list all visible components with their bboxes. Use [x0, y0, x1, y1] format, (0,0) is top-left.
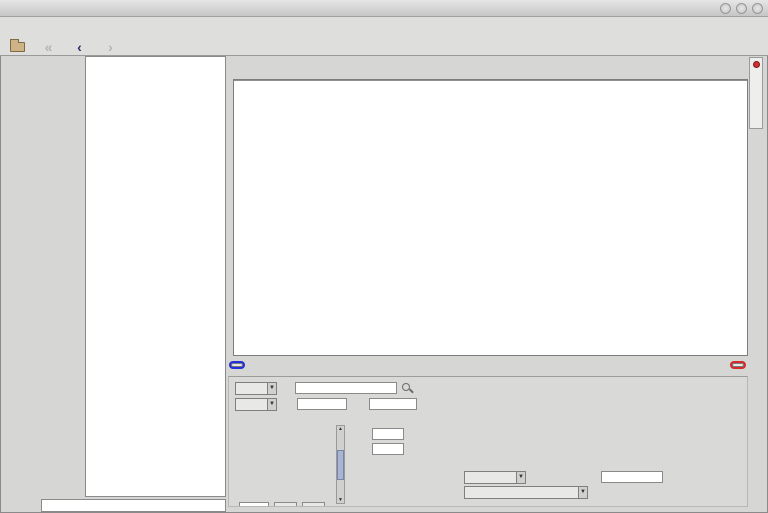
dec-input[interactable]	[369, 398, 417, 410]
toolbar: « ‹ ›	[0, 28, 768, 56]
prev-button[interactable]: «	[33, 29, 64, 55]
angle-input[interactable]	[601, 471, 663, 483]
chevron-down-icon: ▼	[578, 487, 587, 498]
pm-dec-input[interactable]	[372, 443, 404, 455]
target-toolbar	[228, 356, 748, 374]
brightness-scrollbar[interactable]: ▲ ▼	[336, 425, 345, 504]
target-table	[233, 79, 748, 356]
target-name-input[interactable]	[295, 382, 397, 394]
scrollbar-thumb[interactable]	[337, 450, 344, 480]
telescope-mode-select[interactable]: ▼	[464, 486, 588, 499]
target-type-select[interactable]: ▼	[235, 382, 277, 395]
double-chevron-left-icon: «	[45, 41, 53, 54]
target-form: ▼ ▼ ▲ ▼ ▼ ▼	[228, 376, 748, 507]
back-button[interactable]: ‹	[64, 29, 95, 55]
creation-sidebar	[0, 56, 85, 513]
show-filter-input[interactable]	[41, 499, 226, 512]
target-table-header	[234, 80, 747, 81]
titlebar	[0, 0, 768, 17]
pm-ra-input[interactable]	[372, 428, 404, 440]
open-button[interactable]	[2, 29, 33, 55]
close-button[interactable]	[752, 3, 763, 14]
rotator-mode-select[interactable]: ▼	[464, 471, 526, 484]
ra-input[interactable]	[297, 398, 347, 410]
coord-system-select[interactable]: ▼	[235, 398, 277, 411]
target-environment-panel: ▼ ▼ ▲ ▼ ▼ ▼	[226, 56, 750, 513]
maximize-button[interactable]	[736, 3, 747, 14]
scroll-down-icon[interactable]: ▼	[338, 497, 343, 503]
chevron-down-icon: ▼	[267, 383, 276, 394]
menubar	[0, 17, 768, 28]
chevron-left-icon: ‹	[77, 41, 82, 54]
new-target-button[interactable]	[231, 363, 243, 367]
window-controls	[720, 3, 763, 14]
forward-button[interactable]: ›	[95, 29, 126, 55]
program-tree	[85, 56, 226, 497]
chevron-down-icon: ▼	[267, 399, 276, 410]
manual-gs-button[interactable]	[732, 363, 744, 367]
error-icon	[753, 61, 760, 68]
chevron-down-icon: ▼	[516, 472, 525, 483]
minimize-button[interactable]	[720, 3, 731, 14]
chevron-right-icon: ›	[108, 41, 113, 54]
tree-filter-bar	[38, 498, 226, 512]
open-folder-icon	[10, 42, 25, 52]
brightness-partial-row	[239, 502, 325, 507]
scroll-up-icon[interactable]: ▲	[338, 426, 343, 432]
problems-tab[interactable]	[749, 57, 763, 129]
search-icon[interactable]	[402, 383, 410, 391]
